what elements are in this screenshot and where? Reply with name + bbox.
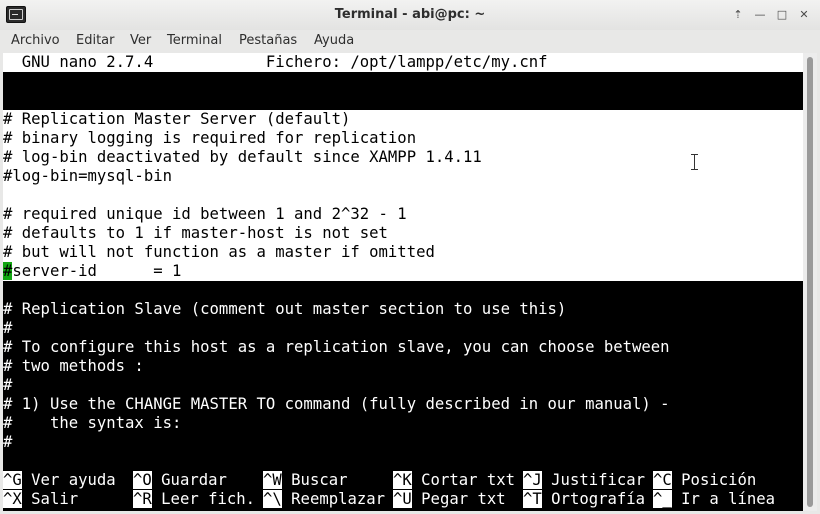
editor-line-7: # required unique id between 1 and 2^32 … [3, 205, 803, 224]
editor-line-10: #server-id = 1 [3, 262, 803, 281]
title-bar[interactable]: Terminal - abi@pc: ~ ⇡ — □ ✕ [0, 0, 820, 30]
scrollbar-thumb[interactable] [807, 57, 813, 507]
shortcut-spellcheck[interactable]: ^T Ortografía [523, 490, 645, 509]
text-ibeam-pointer-icon [690, 154, 699, 170]
window-title: Terminal - abi@pc: ~ [334, 7, 486, 22]
minimize-icon[interactable]: — [751, 6, 769, 24]
shortcut-bar-2: ^X Salir ^R Leer fich. ^\ Reemplazar ^U … [3, 490, 803, 509]
editor-line-6 [3, 186, 803, 205]
editor-line-16: # [3, 376, 13, 394]
menu-ayuda[interactable]: Ayuda [314, 33, 354, 48]
editor-line-2: # Replication Master Server (default) [3, 110, 803, 129]
shortcut-bar-1: ^G Ver ayuda ^O Guardar ^W Buscar ^K Cor… [3, 471, 803, 490]
menu-editar[interactable]: Editar [76, 33, 115, 48]
shortcut-justify[interactable]: ^J Justificar [523, 471, 645, 490]
shortcut-exit[interactable]: ^X Salir [3, 490, 78, 509]
shortcut-help[interactable]: ^G Ver ayuda [3, 471, 116, 490]
text-cursor: # [3, 262, 13, 280]
editor-line-1 [3, 72, 803, 110]
editor-line-5: #log-bin=mysql-bin [3, 167, 803, 186]
editor-line-3: # binary logging is required for replica… [3, 129, 803, 148]
shortcut-position[interactable]: ^C Posición [653, 471, 756, 490]
shortcut-paste-text[interactable]: ^U Pegar txt [393, 490, 506, 509]
terminal-area[interactable]: GNU nano 2.7.4 Fichero: /opt/lampp/etc/m… [3, 53, 803, 511]
maximize-icon[interactable]: □ [773, 6, 791, 24]
editor-line-9: # but will not function as a master if o… [3, 243, 803, 262]
cursor-line-text: server-id = 1 [12, 262, 182, 280]
close-icon[interactable]: ✕ [795, 6, 813, 24]
editor-line-17: # 1) Use the CHANGE MASTER TO command (f… [3, 395, 670, 413]
shortcut-cut-text[interactable]: ^K Cortar txt [393, 471, 515, 490]
shortcut-go-to-line[interactable]: ^_ Ir a línea [653, 490, 775, 509]
editor-line-8: # defaults to 1 if master-host is not se… [3, 224, 803, 243]
editor-line-11 [3, 281, 803, 300]
menu-terminal[interactable]: Terminal [167, 33, 222, 48]
shade-window-icon[interactable]: ⇡ [729, 6, 747, 24]
menu-pestanas[interactable]: Pestañas [239, 33, 297, 48]
editor-line-14: # To configure this host as a replicatio… [3, 338, 670, 356]
shortcut-search[interactable]: ^W Buscar [263, 471, 348, 490]
menu-bar: Archivo Editar Ver Terminal Pestañas Ayu… [0, 30, 820, 52]
scrollbar[interactable] [803, 53, 817, 511]
editor-line-4: # log-bin deactivated by default since X… [3, 148, 803, 167]
menu-archivo[interactable]: Archivo [11, 33, 60, 48]
editor-line-15: # two methods : [3, 357, 144, 375]
editor-line-19: # [3, 433, 13, 451]
shortcut-read-file[interactable]: ^R Leer fich. [133, 490, 255, 509]
menu-ver[interactable]: Ver [130, 33, 151, 48]
editor-line-13: # [3, 319, 13, 337]
editor-line-18: # the syntax is: [3, 414, 182, 432]
shortcut-save[interactable]: ^O Guardar [133, 471, 227, 490]
shortcut-replace[interactable]: ^\ Reemplazar [263, 490, 385, 509]
nano-title-bar: GNU nano 2.7.4 Fichero: /opt/lampp/etc/m… [3, 53, 803, 72]
editor-line-12: # Replication Slave (comment out master … [3, 300, 567, 318]
